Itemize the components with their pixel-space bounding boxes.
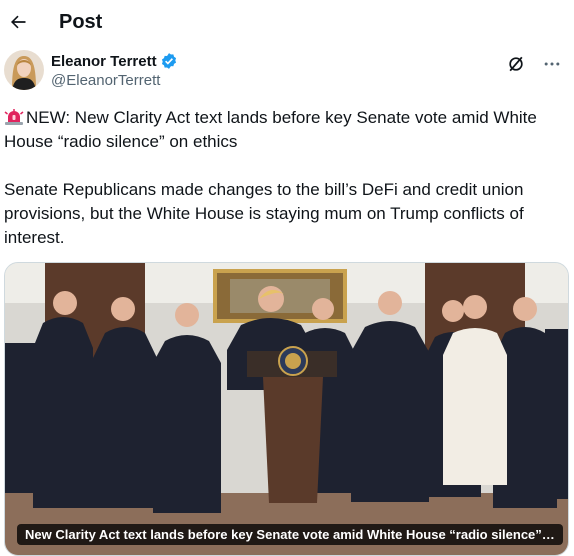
grok-button[interactable] [506,54,526,74]
author-handle[interactable]: @EleanorTerrett [51,72,178,89]
avatar[interactable] [4,50,44,90]
post-paragraph-2: Senate Republicans made changes to the b… [4,180,524,247]
page-title: Post [59,10,103,33]
post-text: NEW: New Clarity Act text lands before k… [0,102,574,250]
post-actions [506,54,562,74]
author-name[interactable]: Eleanor Terrett [51,53,157,70]
verified-badge-icon [160,52,178,70]
author-names: Eleanor Terrett @EleanorTerrett [51,52,178,89]
back-button[interactable] [4,8,32,36]
card-caption[interactable]: New Clarity Act text lands before key Se… [17,524,563,545]
news-photo [5,263,568,555]
post-header: Post [0,0,574,44]
post-paragraph-1: NEW: New Clarity Act text lands before k… [4,106,558,154]
post-paragraph-1-text: NEW: New Clarity Act text lands before k… [4,108,537,151]
more-icon [544,62,560,66]
link-card[interactable]: New Clarity Act text lands before key Se… [4,262,569,556]
author-row: Eleanor Terrett @EleanorTerrett [0,44,574,102]
arrow-left-icon [11,15,26,29]
grok-icon [509,56,523,72]
more-button[interactable] [542,54,562,74]
siren-emoji-icon [4,108,24,125]
